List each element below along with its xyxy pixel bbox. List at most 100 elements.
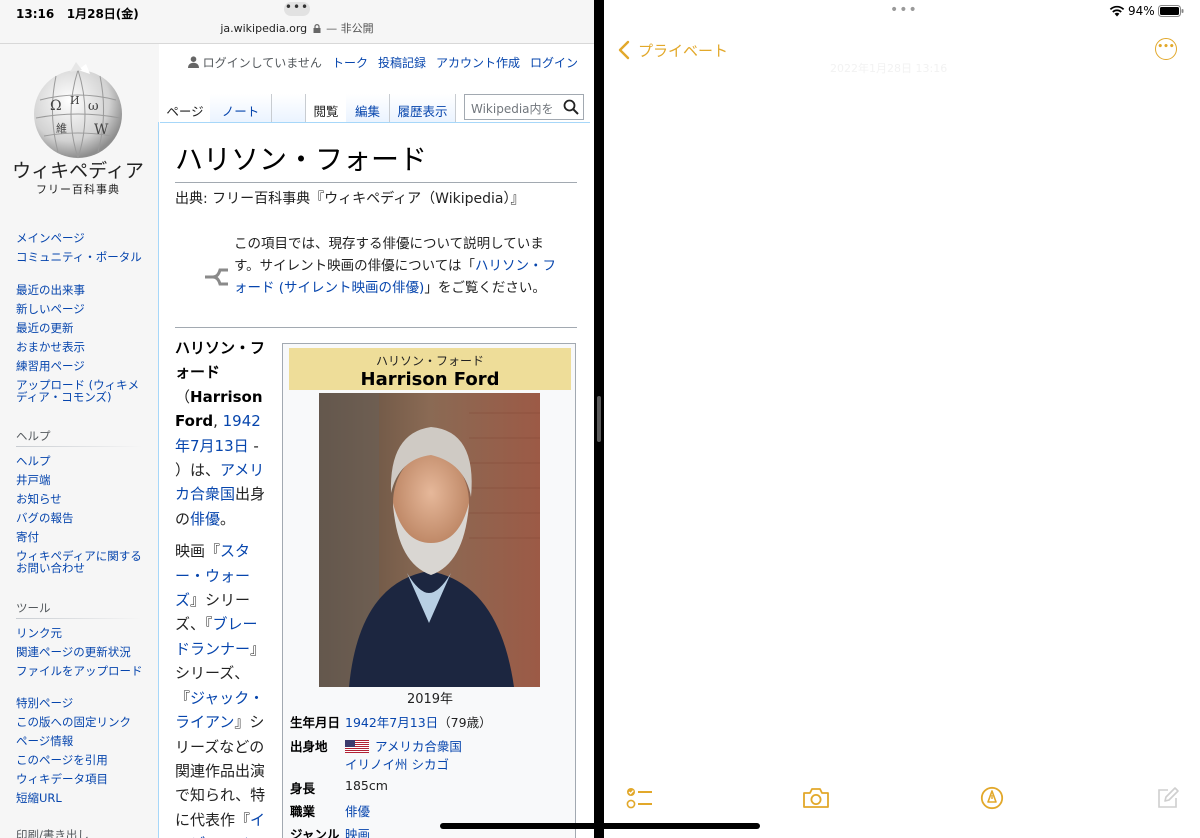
genre-label: ジャンル — [290, 827, 340, 838]
sidebar-item-current-events[interactable]: 最近の出来事 — [16, 284, 146, 296]
disambiguation-icon — [205, 268, 228, 286]
origin-city[interactable]: イリノイ州 シカゴ — [345, 754, 449, 773]
create-account-link[interactable]: アカウント作成 — [436, 56, 520, 70]
height-value: 185cm — [345, 778, 388, 793]
birth-date-link[interactable]: 1942年7月13日 — [345, 715, 438, 730]
camera-icon[interactable] — [802, 786, 830, 810]
content-border — [158, 122, 159, 838]
battery-icon — [1158, 5, 1184, 17]
hatnote: この項目では、現存する俳優について説明しています。サイレント映画の俳優については… — [234, 236, 556, 296]
contributions-link[interactable]: 投稿記録 — [378, 56, 426, 70]
search-input[interactable]: Wikipedia内を — [464, 94, 584, 120]
height-label: 身長 — [290, 781, 316, 796]
back-chevron-icon[interactable] — [618, 40, 630, 60]
talk-link[interactable]: トーク — [332, 56, 368, 70]
sidebar-divider — [16, 446, 142, 447]
tab-read[interactable]: 閲覧 — [306, 94, 346, 123]
note-date: 2022年1月28日 13:16 — [830, 62, 948, 75]
more-options-button[interactable]: ••• — [1155, 38, 1177, 60]
sidebar-item-what-links-here[interactable]: リンク元 — [16, 627, 146, 639]
wikipedia-globe-logo[interactable]: Ω И ω 維 W — [26, 60, 130, 164]
notes-pane: ••• 94% プライベート ••• 2022年1月28日 13:16 — [604, 0, 1200, 838]
tab-edit[interactable]: 編集 — [346, 94, 390, 123]
home-indicator[interactable] — [440, 823, 760, 829]
actor-link[interactable]: 俳優 — [190, 510, 220, 528]
origin-country[interactable]: アメリカ合衆国 — [345, 736, 462, 755]
portrait-photo[interactable] — [319, 393, 540, 687]
safari-pane: 13:16 1月28日(金) ••• ja.wikipedia.org — 非公… — [0, 0, 594, 838]
birth-label: 生年月日 — [290, 715, 341, 730]
sidebar-item-recent-changes[interactable]: 最近の更新 — [16, 322, 146, 334]
sidebar-item-donate[interactable]: 寄付 — [16, 531, 146, 543]
sidebar-item-permanent-link[interactable]: この版への固定リンク — [16, 716, 146, 728]
sidebar-item-notices[interactable]: お知らせ — [16, 493, 146, 505]
compose-icon[interactable] — [1156, 786, 1180, 810]
tab-history[interactable]: 履歴表示 — [390, 94, 456, 123]
tab-baseline — [160, 122, 590, 123]
address-bar[interactable]: ja.wikipedia.org — 非公開 — [0, 20, 594, 36]
login-link[interactable]: ログイン — [530, 56, 578, 70]
sidebar-item-cite-page[interactable]: このページを引用 — [16, 754, 146, 766]
sidebar-item-random[interactable]: おまかせ表示 — [16, 341, 146, 353]
sidebar-item-upload-file[interactable]: ファイルをアップロード — [16, 665, 146, 677]
private-label: — 非公開 — [326, 22, 374, 35]
us-flag-icon — [345, 740, 369, 753]
sidebar-item-help[interactable]: ヘルプ — [16, 455, 146, 467]
sidebar-item-short-url[interactable]: 短縮URL — [16, 792, 146, 804]
safari-top-bar: 13:16 1月28日(金) ••• ja.wikipedia.org — 非公… — [0, 0, 594, 44]
personal-tools: ログインしていません トーク 投稿記録 アカウント作成 ログイン — [187, 54, 578, 71]
article-body: ハリソン・フォード（Harrison Ford, 1942年7月13日 - ）は… — [175, 336, 271, 838]
wikipedia-tagline: フリー百科事典 — [36, 183, 120, 196]
multitasking-dots-icon[interactable]: ••• — [284, 1, 310, 16]
hatnote-divider — [175, 327, 577, 328]
svg-text:ω: ω — [88, 99, 99, 114]
sidebar-heading-help: ヘルプ — [16, 429, 51, 443]
sidebar-item-main-page[interactable]: メインページ — [16, 232, 146, 244]
checklist-icon[interactable] — [626, 786, 654, 812]
infobox: ハリソン・フォード Harrison Ford 2019年 生年月日 1942年… — [282, 343, 576, 838]
infobox-name: Harrison Ford — [360, 369, 500, 390]
photo-caption: 2019年 — [406, 692, 454, 707]
tab-talk[interactable]: ノート — [210, 94, 272, 123]
wifi-icon — [1109, 5, 1125, 17]
svg-text:Ω: Ω — [50, 98, 62, 114]
user-icon — [187, 56, 199, 68]
sidebar-item-upload-commons[interactable]: アップロード (ウィキメディア・コモンズ) — [16, 379, 146, 403]
search-placeholder: Wikipedia内を — [471, 102, 554, 116]
source-line: 出典: フリー百科事典『ウィキペディア（Wikipedia）』 — [175, 191, 525, 207]
sidebar-heading-tools: ツール — [16, 601, 51, 615]
sidebar-item-special-pages[interactable]: 特別ページ — [16, 697, 146, 709]
job-value[interactable]: 俳優 — [345, 801, 370, 820]
sidebar-item-related-changes[interactable]: 関連ページの更新状況 — [16, 646, 146, 658]
page-title: ハリソン・フォード — [175, 138, 577, 183]
url-domain: ja.wikipedia.org — [220, 22, 308, 35]
back-to-private-folder[interactable]: プライベート — [638, 40, 728, 61]
sidebar-item-contact[interactable]: ウィキペディアに関するお問い合わせ — [16, 550, 146, 574]
genre-value[interactable]: 映画 — [345, 824, 370, 838]
sidebar-item-sandbox[interactable]: 練習用ページ — [16, 360, 146, 372]
second-paragraph: 映画『スター・ウォーズ』シリーズ、『ブレードランナー』シリーズ、『ジャック・ライ… — [175, 539, 271, 838]
lock-icon — [313, 24, 321, 33]
sidebar-item-new-pages[interactable]: 新しいページ — [16, 303, 146, 315]
infobox-header: ハリソン・フォード Harrison Ford — [289, 348, 571, 390]
sidebar-item-wikidata[interactable]: ウィキデータ項目 — [16, 773, 146, 785]
sidebar-heading-print: 印刷/書き出し — [16, 828, 89, 838]
lead-paragraph: ハリソン・フォード（Harrison Ford, 1942年7月13日 - ）は… — [175, 339, 266, 528]
job-label: 職業 — [290, 804, 316, 819]
sidebar-divider — [16, 618, 142, 619]
wikipedia-wordmark: ウィキペディア — [12, 160, 144, 182]
battery-percent: 94% — [1128, 4, 1155, 18]
sidebar-item-page-info[interactable]: ページ情報 — [16, 735, 146, 747]
sidebar-item-community-portal[interactable]: コミュニティ・ポータル — [16, 251, 146, 263]
sidebar-item-village-pump[interactable]: 井戸端 — [16, 474, 146, 486]
origin-label: 出身地 — [290, 739, 328, 754]
multitasking-dots-icon[interactable]: ••• — [890, 3, 918, 17]
infobox-kana-name: ハリソン・フォード — [375, 354, 484, 368]
markup-pen-icon[interactable] — [980, 786, 1004, 810]
split-view-handle[interactable] — [597, 396, 601, 442]
tab-page[interactable]: ページ — [160, 94, 210, 123]
svg-text:W: W — [94, 122, 109, 138]
search-icon[interactable] — [563, 99, 579, 115]
sidebar-item-bug-report[interactable]: バグの報告 — [16, 512, 146, 524]
tab-spacer — [272, 94, 306, 123]
